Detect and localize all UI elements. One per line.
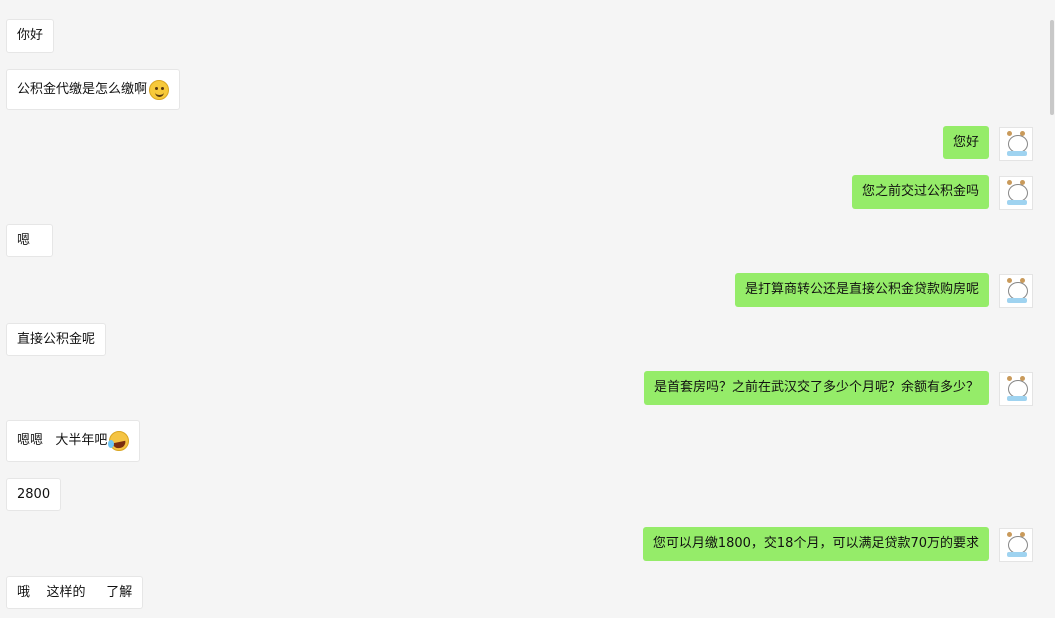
message-text: 哦 这样的 了解 (17, 584, 133, 600)
avatar-icon[interactable] (999, 528, 1033, 562)
message-text: 您好 (952, 134, 979, 150)
incoming-message-bubble[interactable]: 公积金代缴是怎么缴啊 (6, 69, 181, 110)
avatar-icon[interactable] (999, 274, 1033, 308)
outgoing-message-bubble[interactable]: 是打算商转公还是直接公积金贷款购房呢 (734, 273, 989, 307)
incoming-message-bubble[interactable]: 哦 这样的 了解 (6, 576, 144, 609)
avatar-icon[interactable] (999, 127, 1033, 161)
avatar-icon[interactable] (999, 372, 1033, 406)
chat-message-area: 你好 公积金代缴是怎么缴啊 您好 您之前交过公积金吗 嗯 是打算商转公还是直接公… (0, 0, 1055, 618)
message-text: 是打算商转公还是直接公积金贷款购房呢 (744, 282, 979, 297)
message-text: 公积金代缴是怎么缴啊 (17, 81, 148, 97)
outgoing-message-bubble[interactable]: 您之前交过公积金吗 (851, 175, 989, 209)
incoming-message-bubble[interactable]: 嗯 (6, 224, 54, 257)
message-text: 嗯 (17, 232, 31, 248)
incoming-message-bubble[interactable]: 2800 (6, 478, 62, 511)
message-text: 您之前交过公积金吗 (861, 184, 979, 199)
message-text: 是首套房吗？之前在武汉交了多少个月呢？余额有多少？ (653, 380, 979, 395)
scrollbar-thumb[interactable] (1050, 20, 1054, 115)
avatar-icon[interactable] (999, 176, 1033, 210)
outgoing-message-bubble[interactable]: 您好 (942, 126, 989, 159)
incoming-message-bubble[interactable]: 嗯嗯 大半年吧 (6, 420, 141, 462)
message-text: 直接公积金呢 (17, 331, 96, 347)
message-text: 嗯嗯 大半年吧 (17, 433, 108, 448)
message-text: 你好 (17, 28, 44, 43)
outgoing-message-bubble[interactable]: 是首套房吗？之前在武汉交了多少个月呢？余额有多少？ (643, 371, 989, 405)
incoming-message-bubble[interactable]: 直接公积金呢 (6, 323, 107, 356)
message-text: 2800 (17, 486, 51, 502)
laughing-emoji-icon (108, 431, 130, 451)
smile-emoji-icon (149, 79, 170, 100)
message-text: 您可以月缴1800，交18个月，可以满足贷款70万的要求 (652, 536, 979, 551)
scrollbar[interactable] (1049, 0, 1055, 618)
incoming-message-bubble[interactable]: 你好 (6, 19, 55, 53)
outgoing-message-bubble[interactable]: 您可以月缴1800，交18个月，可以满足贷款70万的要求 (642, 527, 989, 561)
